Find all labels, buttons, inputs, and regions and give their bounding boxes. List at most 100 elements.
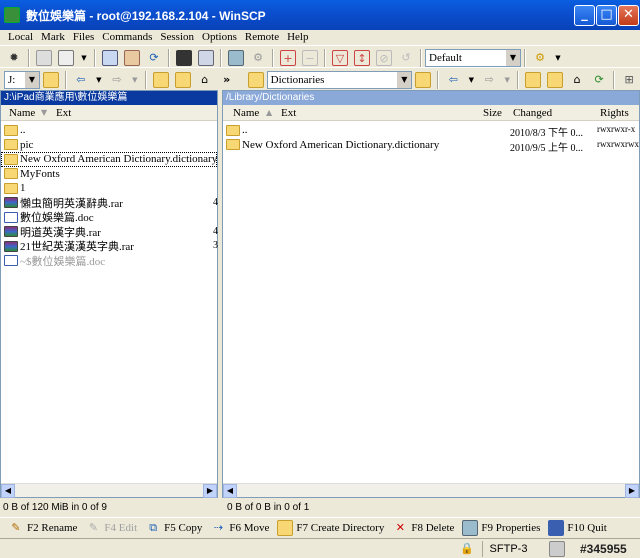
menu-help[interactable]: Help xyxy=(287,31,308,43)
scroll-right-icon[interactable]: ▶ xyxy=(203,484,217,498)
local-horizontal-scrollbar[interactable]: ◀ ▶ xyxy=(1,483,217,498)
forward-arrow-icon[interactable]: ⇨ xyxy=(109,72,125,88)
remote-column-header: Name ▲ Ext Size Changed Rights xyxy=(223,105,639,121)
remote-file-row[interactable]: .. 2010/8/3 下午 0... rwxrwxr-x xyxy=(223,123,639,139)
tree-view-icon[interactable]: ⊞ xyxy=(621,72,637,88)
local-file-row[interactable]: 明道英漢字典.rar 4 xyxy=(1,225,218,240)
chevron-down-icon[interactable]: ▼ xyxy=(503,72,511,88)
main-toolbar: ✹ ▼ ⟳ ⚙ + − ▽ ↕ ⊘ ↺ Default ▼ ⚙ ▼ xyxy=(0,45,640,69)
menu-mark[interactable]: Mark xyxy=(41,31,65,43)
local-file-row[interactable]: .. xyxy=(1,123,217,138)
column-changed[interactable]: Changed xyxy=(513,107,552,119)
column-name[interactable]: Name xyxy=(9,107,35,119)
home-icon[interactable]: ⌂ xyxy=(197,72,213,88)
console-icon[interactable] xyxy=(176,49,192,66)
copy-label: F5 Copy xyxy=(164,521,203,534)
menu-remote[interactable]: Remote xyxy=(245,31,279,43)
folder-icon xyxy=(4,182,18,194)
clear-selection-icon[interactable]: ⊘ xyxy=(376,49,392,66)
delete-button[interactable]: ✕ F8 Delete xyxy=(392,520,455,536)
back-arrow-icon[interactable]: ⇦ xyxy=(445,72,461,88)
rename-icon: ✎ xyxy=(11,520,21,534)
minimize-button[interactable]: _ xyxy=(574,5,595,26)
compare-icon[interactable] xyxy=(36,49,52,66)
chevron-down-icon[interactable]: ▼ xyxy=(95,72,103,88)
open-folder-icon[interactable] xyxy=(415,71,432,88)
file-rights: rwxrwxrwx xyxy=(597,138,639,149)
root-directory-icon[interactable] xyxy=(174,71,191,88)
forward-arrow-icon[interactable]: ⇨ xyxy=(481,72,497,88)
toolbar-separator xyxy=(613,70,616,89)
scroll-right-icon[interactable]: ▶ xyxy=(625,484,639,498)
filter-icon[interactable]: ▽ xyxy=(332,49,348,66)
chevron-down-icon[interactable]: ▼ xyxy=(506,49,520,66)
parent-directory-icon[interactable] xyxy=(152,71,169,88)
local-file-row[interactable]: New Oxford American Dictionary.dictionar… xyxy=(1,152,217,167)
refresh-icon[interactable]: ⟳ xyxy=(146,50,162,66)
menu-files[interactable]: Files xyxy=(73,31,94,43)
local-file-row[interactable]: 1 xyxy=(1,181,217,196)
properties-button[interactable]: F9 Properties xyxy=(462,519,540,536)
scroll-left-icon[interactable]: ◀ xyxy=(1,484,15,498)
transfer-preset-icon[interactable]: ⚙ xyxy=(532,50,548,66)
maximize-button[interactable]: □ xyxy=(596,5,617,26)
new-session-icon[interactable] xyxy=(228,49,244,66)
local-path: J:\iPad商業應用\數位娛樂篇 xyxy=(1,91,217,105)
local-file-row[interactable]: pic xyxy=(1,138,217,153)
menu-session[interactable]: Session xyxy=(160,31,194,43)
column-name[interactable]: Name xyxy=(233,107,259,119)
putty-icon[interactable] xyxy=(198,49,214,66)
drive-select[interactable]: J: ▼ xyxy=(4,70,40,89)
select-minus-icon[interactable]: − xyxy=(302,49,318,66)
back-arrow-icon[interactable]: ⇦ xyxy=(73,72,89,88)
column-size[interactable]: Size xyxy=(483,107,502,119)
home-icon[interactable]: ⌂ xyxy=(569,72,585,88)
open-folder-icon[interactable] xyxy=(42,71,59,88)
column-ext[interactable]: Ext xyxy=(56,107,71,119)
copy-button[interactable]: ⧉ F5 Copy xyxy=(145,520,202,536)
chevron-right-icon[interactable]: » xyxy=(219,72,235,88)
queue-icon[interactable] xyxy=(102,49,118,66)
chevron-down-icon[interactable]: ▼ xyxy=(554,50,562,66)
synchronize-icon[interactable] xyxy=(58,49,74,66)
find-files-icon[interactable]: ⚙ xyxy=(250,50,266,66)
gear-icon[interactable]: ✹ xyxy=(6,50,22,66)
root-directory-icon[interactable] xyxy=(547,71,564,88)
select-plus-icon[interactable]: + xyxy=(280,49,296,66)
quit-button[interactable]: F10 Quit xyxy=(548,519,607,536)
invert-selection-icon[interactable]: ↕ xyxy=(354,49,370,66)
local-file-row[interactable]: ~$數位娛樂篇.doc xyxy=(1,254,217,269)
edit-button[interactable]: ✎ F4 Edit xyxy=(85,520,137,536)
move-icon: ⇢ xyxy=(213,520,223,534)
winscp-app-icon[interactable] xyxy=(4,7,20,23)
chevron-down-icon[interactable]: ▼ xyxy=(131,72,139,88)
chevron-down-icon[interactable]: ▼ xyxy=(24,71,39,88)
rename-button[interactable]: ✎ F2 Rename xyxy=(8,520,77,536)
chevron-down-icon[interactable]: ▼ xyxy=(80,50,88,66)
local-file-row[interactable]: MyFonts xyxy=(1,167,217,182)
restore-selection-icon[interactable]: ↺ xyxy=(398,50,414,66)
local-file-row[interactable]: 數位娛樂篇.doc xyxy=(1,210,217,225)
chevron-down-icon[interactable]: ▼ xyxy=(467,72,475,88)
close-button[interactable]: ✕ xyxy=(618,5,639,26)
create-directory-button[interactable]: F7 Create Directory xyxy=(277,519,384,536)
local-file-row[interactable]: 21世紀英漢漢英字典.rar 3 xyxy=(1,239,218,254)
properties-icon xyxy=(462,519,479,536)
local-file-row[interactable]: 懶虫簡明英漢辭典.rar 4 xyxy=(1,196,218,211)
parent-directory-icon[interactable] xyxy=(525,71,542,88)
move-button[interactable]: ⇢ F6 Move xyxy=(210,520,270,536)
refresh-icon[interactable]: ⟳ xyxy=(591,72,607,88)
remote-horizontal-scrollbar[interactable]: ◀ ▶ xyxy=(223,483,639,498)
scroll-left-icon[interactable]: ◀ xyxy=(223,484,237,498)
column-rights[interactable]: Rights xyxy=(600,107,629,119)
remote-file-row[interactable]: New Oxford American Dictionary.dictionar… xyxy=(223,138,639,154)
chevron-down-icon[interactable]: ▼ xyxy=(397,71,412,88)
menu-commands[interactable]: Commands xyxy=(102,31,152,43)
transfer-settings-select[interactable]: Default ▼ xyxy=(425,48,521,67)
column-ext[interactable]: Ext xyxy=(281,107,296,119)
menu-local[interactable]: Local xyxy=(8,31,33,43)
parent-folder-icon xyxy=(4,124,18,136)
remote-folder-select[interactable]: Dictionaries ▼ xyxy=(266,70,413,89)
menu-options[interactable]: Options xyxy=(202,31,237,43)
preferences-icon[interactable] xyxy=(124,49,140,66)
